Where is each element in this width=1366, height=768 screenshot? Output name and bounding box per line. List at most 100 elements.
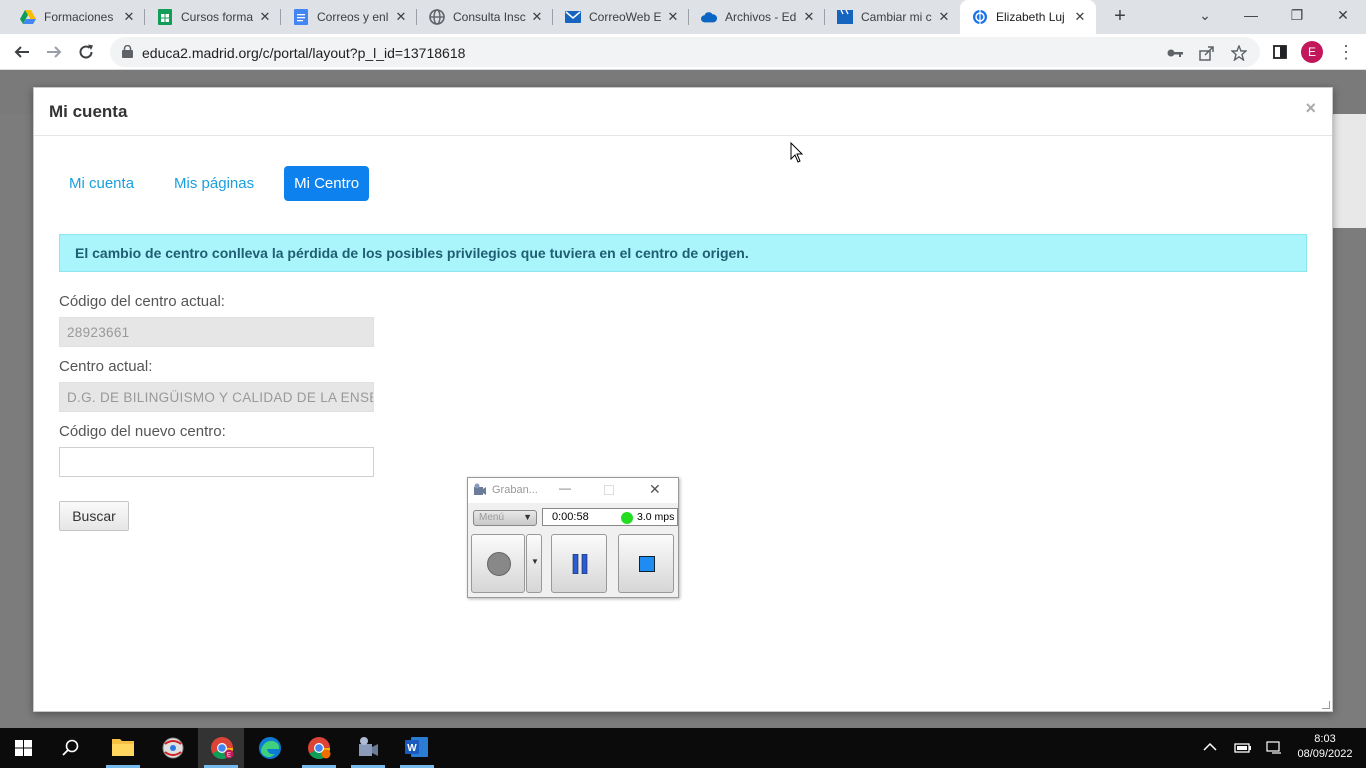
pause-button[interactable] [551, 534, 607, 593]
stop-button[interactable] [618, 534, 674, 593]
mouse-cursor-icon [790, 142, 804, 163]
centro-actual-field: D.G. DE BILINGÜISMO Y CALIDAD DE LA ENSE… [59, 382, 374, 412]
browser-tab[interactable]: Consulta Insc ✕ [417, 0, 553, 34]
modal-title: Mi cuenta [49, 102, 128, 121]
close-icon[interactable]: ✕ [936, 9, 952, 25]
clock-date: 08/09/2022 [1297, 748, 1353, 760]
tab-label: Cursos forma [181, 10, 254, 24]
resize-grip-icon[interactable] [1322, 701, 1330, 709]
star-icon[interactable] [1230, 44, 1248, 62]
minimize-button[interactable]: — [1228, 0, 1274, 30]
edge-icon[interactable] [258, 736, 282, 765]
close-icon[interactable]: ✕ [257, 9, 273, 25]
recording-status-icon [621, 512, 633, 524]
modal-close-button[interactable]: × [1305, 98, 1316, 119]
chrome-icon[interactable]: E [198, 728, 244, 768]
close-icon[interactable]: ✕ [393, 9, 409, 25]
tab-label: Cambiar mi c [861, 10, 932, 24]
chevron-up-icon[interactable] [1203, 741, 1217, 755]
browser-tab[interactable]: Cambiar mi c ✕ [825, 0, 960, 34]
recorder-menu-dropdown[interactable]: Menú ▼ [473, 510, 537, 526]
url-text: educa2.madrid.org/c/portal/layout?p_l_id… [142, 45, 466, 61]
nuevo-codigo-label: Código del nuevo centro: [59, 423, 226, 440]
tab-label: Elizabeth Luj [996, 10, 1065, 24]
liferay-icon [972, 9, 988, 25]
lock-icon [122, 44, 133, 63]
modal-tabs: Mi cuenta Mis páginas Mi Centro [59, 166, 389, 202]
chevron-down-icon[interactable]: ⌄ [1182, 0, 1228, 30]
browser-toolbar: educa2.madrid.org/c/portal/layout?p_l_id… [0, 34, 1366, 70]
battery-icon[interactable] [1234, 741, 1252, 760]
file-explorer-icon[interactable] [106, 736, 140, 768]
tab-label: Consulta Insc [453, 10, 526, 24]
recorder-menu-label: Menú [479, 512, 505, 523]
app-icon[interactable] [160, 736, 186, 765]
kebab-menu-icon[interactable]: ⋮ [1332, 38, 1360, 66]
google-docs-icon [293, 9, 309, 25]
codigo-actual-field: 28923661 [59, 317, 374, 347]
side-panel-icon[interactable] [1266, 38, 1294, 66]
share-icon[interactable] [1198, 44, 1216, 62]
profile-avatar[interactable]: E [1301, 41, 1323, 63]
address-bar[interactable]: educa2.madrid.org/c/portal/layout?p_l_id… [110, 37, 1260, 67]
windows-start-icon[interactable] [15, 740, 32, 756]
svg-text:W: W [407, 743, 417, 754]
close-icon[interactable]: ✕ [121, 9, 137, 25]
screen-recorder-window: Graban... — ✕ Menú ▼ 0:00:58 3.0 mps ▼ [467, 477, 679, 598]
recorder-minimize-button[interactable]: — [559, 481, 571, 495]
record-options-button[interactable]: ▼ [526, 534, 542, 593]
dropdown-arrow-icon: ▼ [523, 512, 532, 522]
codigo-actual-label: Código del centro actual: [59, 293, 225, 310]
info-alert: El cambio de centro conlleva la pérdida … [59, 234, 1307, 272]
close-icon[interactable]: ✕ [1072, 9, 1088, 25]
window-close-button[interactable]: ✕ [1320, 0, 1366, 30]
recorder-icon[interactable] [351, 736, 385, 768]
recorder-icon [473, 483, 487, 497]
restore-button[interactable]: ❐ [1274, 0, 1320, 30]
browser-tab[interactable]: Correos y enl ✕ [281, 0, 417, 34]
record-circle-icon [487, 552, 511, 576]
clapperboard-icon [837, 9, 853, 25]
browser-tab[interactable]: CorreoWeb E ✕ [553, 0, 689, 34]
browser-tab[interactable]: Cursos forma ✕ [145, 0, 281, 34]
close-icon[interactable]: ✕ [665, 9, 681, 25]
nuevo-codigo-input[interactable] [59, 447, 374, 477]
recorder-close-button[interactable]: ✕ [649, 481, 661, 498]
tab-label: CorreoWeb E [589, 10, 662, 24]
onedrive-icon [701, 9, 717, 25]
close-icon[interactable]: ✕ [529, 9, 545, 25]
key-icon[interactable] [1166, 44, 1184, 62]
new-tab-button[interactable]: + [1108, 4, 1132, 28]
record-button[interactable] [471, 534, 525, 593]
recorder-rate: 3.0 mps [637, 511, 675, 523]
tab-label: Archivos - Ed [725, 10, 797, 24]
centro-actual-label: Centro actual: [59, 358, 153, 375]
tab-label: Formaciones [44, 10, 114, 24]
back-button[interactable] [8, 38, 36, 66]
reload-button[interactable] [72, 38, 100, 66]
tab-mis-paginas[interactable]: Mis páginas [164, 166, 264, 201]
google-drive-icon [20, 9, 36, 25]
network-icon[interactable] [1266, 740, 1282, 761]
browser-tab[interactable]: Formaciones ✕ [8, 0, 145, 34]
globe-icon [429, 9, 445, 25]
browser-tab-strip: Formaciones ✕ Cursos forma ✕ Correos y e… [0, 0, 1366, 34]
close-icon[interactable]: ✕ [801, 9, 817, 25]
google-sheets-icon [157, 9, 173, 25]
word-icon[interactable]: W [400, 736, 434, 768]
browser-tab[interactable]: Archivos - Ed ✕ [689, 0, 825, 34]
search-icon[interactable] [62, 739, 80, 762]
buscar-button[interactable]: Buscar [59, 501, 129, 531]
svg-text:E: E [227, 753, 231, 759]
forward-button[interactable] [40, 38, 68, 66]
browser-tab-active[interactable]: Elizabeth Luj ✕ [960, 0, 1096, 34]
chrome-profile-icon[interactable] [302, 736, 336, 768]
tab-mi-cuenta[interactable]: Mi cuenta [59, 166, 144, 201]
stop-icon [639, 556, 655, 572]
modal-header: Mi cuenta × [34, 88, 1332, 136]
tab-mi-centro[interactable]: Mi Centro [284, 166, 370, 201]
taskbar-clock[interactable]: 8:03 08/09/2022 [1294, 732, 1356, 762]
recorder-timer: 0:00:58 [552, 511, 589, 523]
recorder-titlebar: Graban... — ✕ [468, 478, 678, 503]
account-modal: Mi cuenta × Mi cuenta Mis páginas Mi Cen… [33, 87, 1333, 712]
